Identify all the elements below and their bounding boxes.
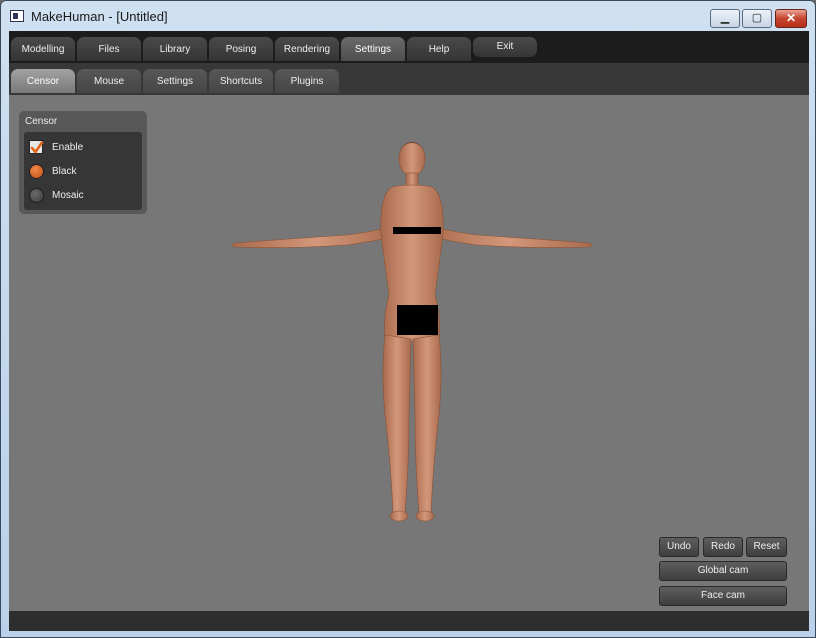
censor-options: Enable Black Mosaic: [24, 132, 142, 210]
3d-viewport[interactable]: Censor Enable Black Mosaic Undo Redo Res…: [9, 95, 809, 611]
model-head: [398, 141, 426, 177]
tab-modelling[interactable]: Modelling: [11, 37, 75, 61]
censor-panel: Censor Enable Black Mosaic: [19, 111, 147, 214]
tab-settings[interactable]: Settings: [341, 37, 405, 61]
tab-files[interactable]: Files: [77, 37, 141, 61]
censor-bar-groin: [397, 305, 438, 335]
human-model[interactable]: [227, 135, 597, 525]
tab-library[interactable]: Library: [143, 37, 207, 61]
mosaic-label: Mosaic: [52, 190, 84, 201]
model-right-arm: [424, 224, 593, 248]
application-window: MakeHuman - [Untitled] ▁ ▢ ✕ Modelling F…: [0, 0, 816, 638]
window-title: MakeHuman - [Untitled]: [31, 9, 168, 24]
enable-checkbox[interactable]: [29, 140, 44, 154]
black-radio[interactable]: [29, 164, 44, 179]
exit-button[interactable]: Exit: [473, 37, 537, 57]
main-tab-bar: Modelling Files Library Posing Rendering…: [9, 31, 809, 63]
mosaic-radio[interactable]: [29, 188, 44, 203]
subtab-settings[interactable]: Settings: [143, 69, 207, 93]
close-button[interactable]: ✕: [775, 9, 807, 28]
censor-panel-title: Censor: [25, 116, 58, 127]
model-left-foot: [389, 510, 409, 522]
black-label: Black: [52, 166, 77, 177]
subtab-plugins[interactable]: Plugins: [275, 69, 339, 93]
censor-bar-chest: [393, 227, 441, 234]
enable-label: Enable: [52, 142, 84, 153]
undo-button[interactable]: Undo: [659, 537, 699, 557]
client-area: Modelling Files Library Posing Rendering…: [9, 31, 809, 631]
subtab-censor[interactable]: Censor: [11, 69, 75, 93]
reset-button[interactable]: Reset: [746, 537, 787, 557]
status-bar: [9, 611, 809, 631]
tab-rendering[interactable]: Rendering: [275, 37, 339, 61]
redo-button[interactable]: Redo: [703, 537, 743, 557]
maximize-button[interactable]: ▢: [742, 9, 772, 28]
tab-help[interactable]: Help: [407, 37, 471, 61]
model-right-leg: [412, 334, 442, 514]
subtab-mouse[interactable]: Mouse: [77, 69, 141, 93]
checkmark-icon: [30, 141, 44, 154]
global-cam-button[interactable]: Global cam: [659, 561, 787, 581]
face-cam-button[interactable]: Face cam: [659, 586, 787, 606]
model-right-foot: [415, 510, 435, 522]
tab-posing[interactable]: Posing: [209, 37, 273, 61]
model-left-arm: [231, 224, 400, 248]
model-left-leg: [382, 334, 412, 514]
sub-tab-bar: Censor Mouse Settings Shortcuts Plugins: [9, 63, 809, 95]
subtab-shortcuts[interactable]: Shortcuts: [209, 69, 273, 93]
app-icon: [10, 10, 24, 22]
minimize-button[interactable]: ▁: [710, 9, 740, 28]
title-bar[interactable]: MakeHuman - [Untitled] ▁ ▢ ✕: [1, 1, 815, 31]
